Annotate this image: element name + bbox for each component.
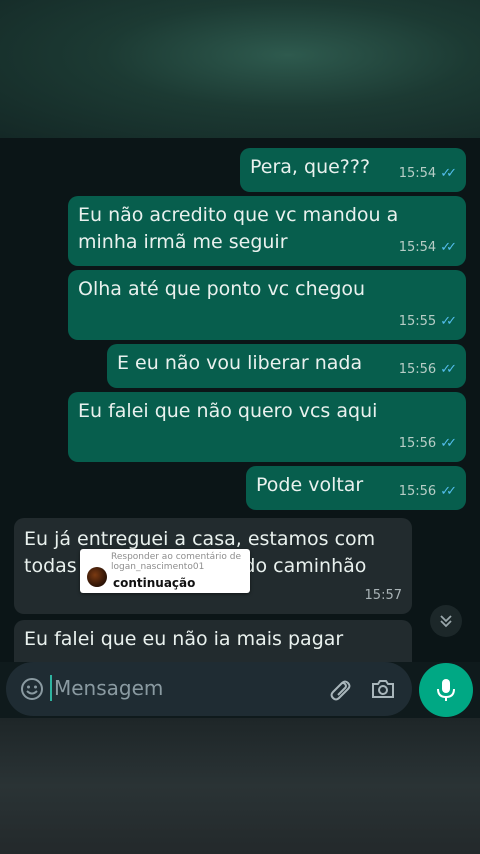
message-outgoing[interactable]: Olha até que ponto vc chegou 15:55 ✓✓ (68, 270, 466, 340)
double-check-icon: ✓✓ (440, 362, 457, 377)
message-outgoing[interactable]: Eu não acredito que vc mandou a minha ir… (68, 196, 466, 266)
message-time: 15:57 (364, 588, 402, 603)
blurred-header-area (0, 0, 480, 138)
double-check-icon: ✓✓ (440, 166, 457, 181)
message-meta: 15:56 ✓✓ (398, 356, 457, 383)
message-time: 15:54 (398, 166, 437, 181)
microphone-button[interactable] (419, 663, 473, 717)
message-outgoing[interactable]: Pera, que??? 15:54 ✓✓ (240, 148, 466, 192)
message-time: 15:56 (398, 362, 437, 377)
camera-icon[interactable] (370, 677, 396, 701)
message-composer[interactable]: Mensagem (6, 662, 412, 716)
double-check-icon: ✓✓ (440, 436, 457, 451)
chevron-double-down-icon (440, 615, 452, 628)
message-text: Eu falei que eu não ia mais pagar (24, 628, 344, 650)
emoji-icon[interactable] (20, 677, 44, 701)
message-time: 15:56 (398, 484, 437, 499)
message-text: E eu não vou liberar nada (117, 352, 363, 374)
reply-header: Responder ao comentário de logan_nascime… (111, 552, 242, 572)
message-meta: 15:54 ✓✓ (398, 234, 457, 261)
blurred-footer-area (0, 718, 480, 854)
double-check-icon: ✓✓ (440, 314, 457, 329)
message-outgoing[interactable]: Pode voltar 15:56 ✓✓ (246, 466, 466, 510)
message-incoming[interactable]: Eu falei que eu não ia mais pagar (14, 620, 412, 662)
message-text: Eu falei que não quero vcs aqui (78, 400, 378, 422)
double-check-icon: ✓✓ (440, 484, 457, 499)
message-meta: 15:56 ✓✓ (398, 478, 457, 505)
message-outgoing[interactable]: Eu falei que não quero vcs aqui 15:56 ✓✓ (68, 392, 466, 462)
message-time: 15:54 (398, 240, 437, 255)
message-text: Eu não acredito que vc mandou a minha ir… (78, 204, 399, 253)
message-text: Pode voltar (256, 474, 364, 496)
message-meta: 15:54 ✓✓ (398, 160, 457, 187)
message-meta: 15:55 ✓✓ (398, 308, 457, 335)
paperclip-icon[interactable] (328, 677, 352, 701)
double-check-icon: ✓✓ (440, 240, 457, 255)
message-input[interactable]: Mensagem (50, 675, 163, 701)
message-time: 15:55 (398, 314, 437, 329)
message-meta: 15:57 (365, 582, 402, 609)
avatar (87, 567, 107, 587)
reply-body: continuação (113, 576, 196, 590)
message-meta: 15:56 ✓✓ (398, 430, 457, 457)
scroll-to-bottom-button[interactable] (430, 605, 462, 637)
microphone-icon (437, 679, 455, 701)
message-text: Pera, que??? (250, 156, 371, 178)
message-outgoing[interactable]: E eu não vou liberar nada 15:56 ✓✓ (107, 344, 466, 388)
reply-comment-sticker: Responder ao comentário de logan_nascime… (80, 549, 250, 593)
message-time: 15:56 (398, 436, 437, 451)
message-text: Olha até que ponto vc chegou (78, 278, 366, 300)
